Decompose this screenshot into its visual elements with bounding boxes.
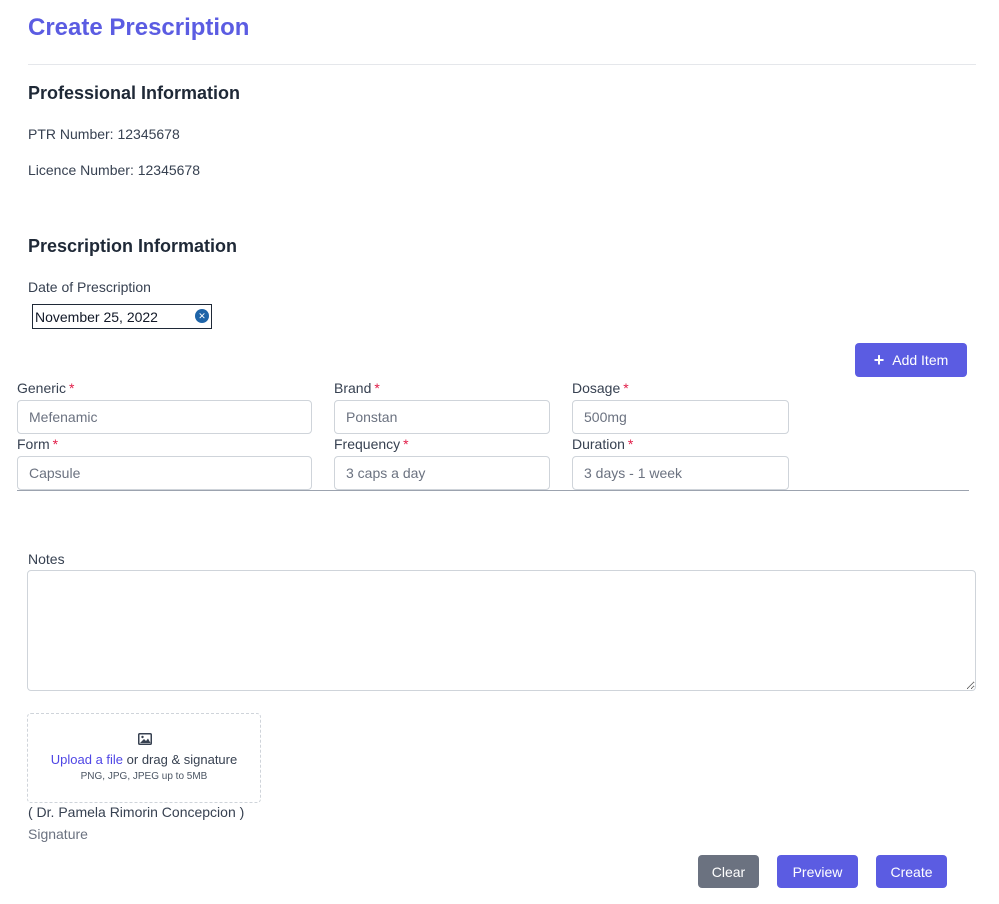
- brand-label: Brand *: [334, 380, 380, 396]
- duration-label: Duration *: [572, 436, 633, 452]
- form-input[interactable]: Capsule: [17, 456, 312, 490]
- licence-number: Licence Number: 12345678: [28, 162, 201, 178]
- brand-label-text: Brand: [334, 380, 372, 396]
- upload-file-link[interactable]: Upload a file: [51, 752, 123, 767]
- date-value[interactable]: November 25, 2022: [35, 309, 158, 325]
- brand-input[interactable]: Ponstan: [334, 400, 550, 434]
- upload-text: or drag & signature: [123, 752, 238, 767]
- dosage-input[interactable]: 500mg: [572, 400, 789, 434]
- date-picker[interactable]: November 25, 2022 ✕: [32, 304, 212, 329]
- frequency-label-text: Frequency: [334, 436, 401, 452]
- add-item-button[interactable]: + Add Item: [855, 343, 967, 377]
- signature-caption: Signature: [28, 826, 88, 842]
- prescription-info-heading: Prescription Information: [28, 236, 238, 256]
- dosage-label-text: Dosage: [572, 380, 621, 396]
- upload-hint: PNG, JPG, JPEG up to 5MB: [80, 771, 208, 782]
- generic-label-text: Generic: [17, 380, 67, 396]
- frequency-label: Frequency *: [334, 436, 409, 452]
- dosage-label: Dosage *: [572, 380, 629, 396]
- add-item-label: Add Item: [892, 352, 949, 368]
- plus-icon: +: [873, 350, 885, 370]
- date-label: Date of Prescription: [28, 279, 151, 295]
- doctor-name: ( Dr. Pamela Rimorin Concepcion ): [28, 804, 245, 820]
- required-marker: *: [403, 436, 409, 452]
- notes-label: Notes: [28, 551, 65, 567]
- clear-button[interactable]: Clear: [698, 855, 759, 888]
- generic-label: Generic *: [17, 380, 74, 396]
- duration-label-text: Duration: [572, 436, 625, 452]
- item-divider: [17, 490, 969, 491]
- duration-input[interactable]: 3 days - 1 week: [572, 456, 789, 490]
- generic-input[interactable]: Mefenamic: [17, 400, 312, 434]
- close-circle-icon[interactable]: ✕: [195, 309, 209, 323]
- required-marker: *: [52, 436, 59, 452]
- required-marker: *: [623, 380, 629, 396]
- required-marker: *: [69, 380, 75, 396]
- preview-button[interactable]: Preview: [777, 855, 858, 888]
- signature-dropzone[interactable]: Upload a file or drag & signature PNG, J…: [27, 713, 261, 803]
- required-marker: *: [374, 380, 380, 396]
- image-icon: [138, 733, 152, 745]
- form-label-text: Form: [17, 436, 50, 452]
- page-title: Create Prescription: [28, 14, 250, 41]
- ptr-number: PTR Number: 12345678: [28, 126, 180, 142]
- required-marker: *: [627, 436, 634, 452]
- notes-textarea[interactable]: [27, 570, 976, 691]
- form-label: Form *: [17, 436, 58, 452]
- professional-info-heading: Professional Information: [28, 83, 241, 103]
- create-button[interactable]: Create: [876, 855, 947, 888]
- title-divider: [28, 64, 976, 65]
- upload-instructions: Upload a file or drag & signature: [28, 752, 260, 767]
- frequency-input[interactable]: 3 caps a day: [334, 456, 550, 490]
